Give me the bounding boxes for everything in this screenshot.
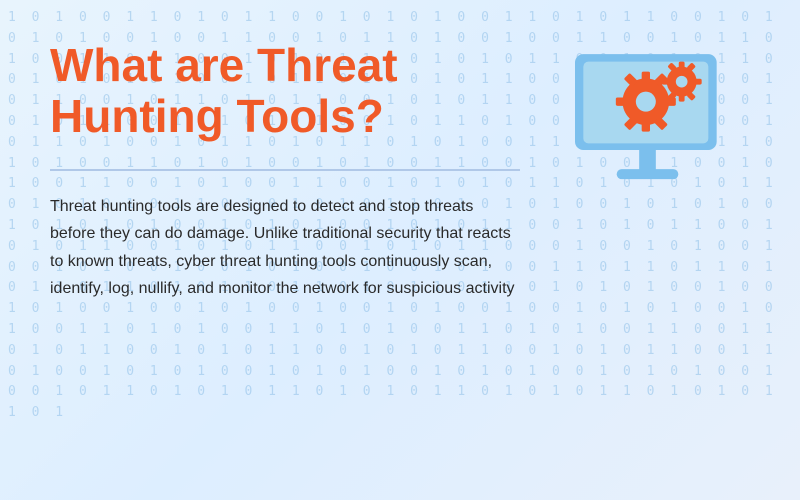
monitor-icon (565, 50, 735, 200)
monitor-svg (565, 50, 735, 200)
title-divider (50, 169, 520, 171)
page-title: What are Threat Hunting Tools? (50, 40, 520, 141)
right-section (550, 40, 750, 200)
main-content: What are Threat Hunting Tools? Threat hu… (0, 0, 800, 500)
description-text: Threat hunting tools are designed to det… (50, 193, 520, 302)
left-section: What are Threat Hunting Tools? Threat hu… (50, 40, 550, 302)
